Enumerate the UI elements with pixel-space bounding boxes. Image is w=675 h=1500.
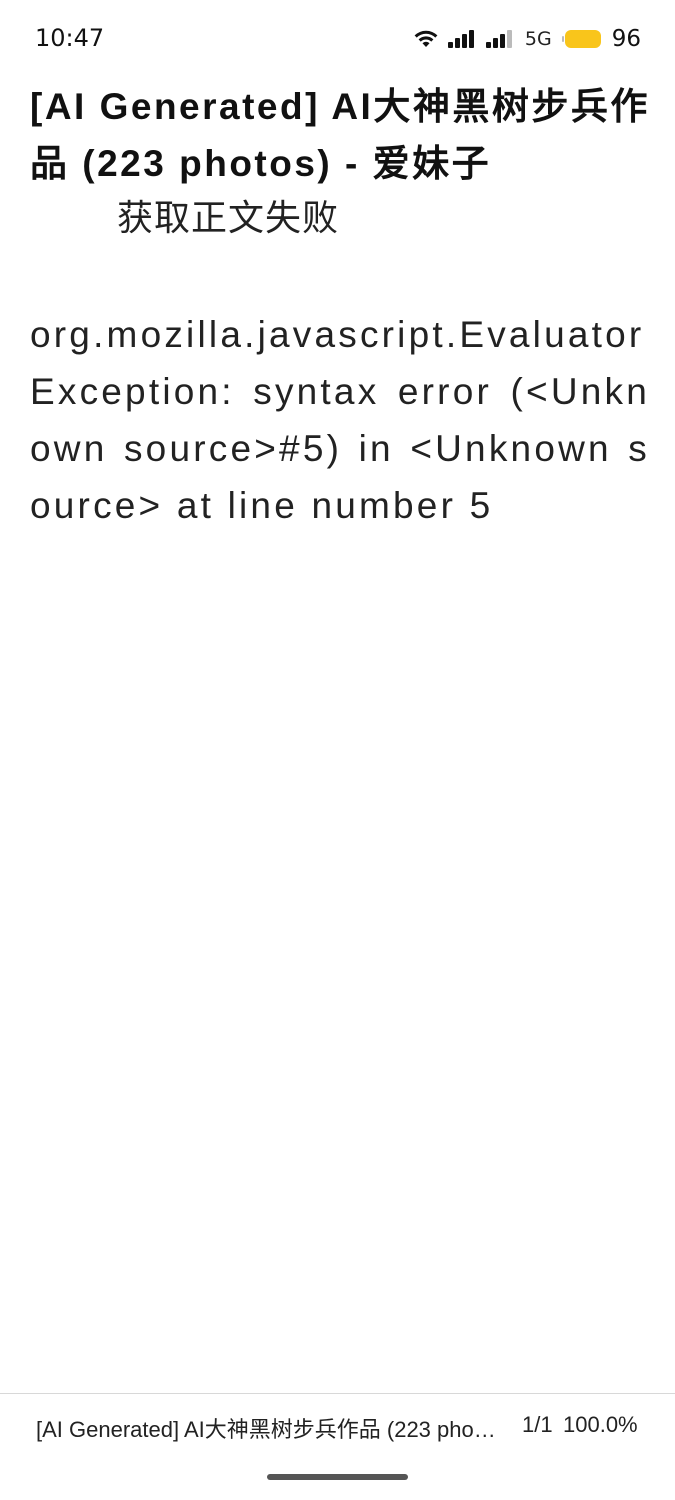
network-type-label: 5G [524,28,552,50]
signal-icon [447,30,474,48]
battery-icon [561,30,601,48]
battery-level: 96 [611,26,641,52]
status-icons: 5G 96 [413,24,641,54]
status-time: 10:47 [35,24,105,52]
signal-icon [485,30,512,48]
status-bar: 10:47 5G 96 [0,0,675,80]
fetch-failed-message: 获取正文失败 [117,197,340,238]
footer-page-indicator: 1/1 [522,1412,553,1437]
reader-footer: [AI Generated] AI大神黑树步兵作品 (223 photos) -… [0,1394,675,1458]
error-message: org.mozilla.javascript.EvaluatorExceptio… [30,314,650,526]
wifi-icon [414,30,438,47]
footer-chapter-title: [AI Generated] AI大神黑树步兵作品 (223 photos) -… [36,1417,496,1442]
reader-page: 10:47 5G 96 [AI Generated] AI大神黑树步兵作品 (2… [0,0,675,1500]
home-indicator[interactable] [267,1474,408,1480]
chapter-title: [AI Generated] AI大神黑树步兵作品 (223 photos) -… [30,86,650,184]
footer-progress: 100.0% [563,1412,638,1437]
